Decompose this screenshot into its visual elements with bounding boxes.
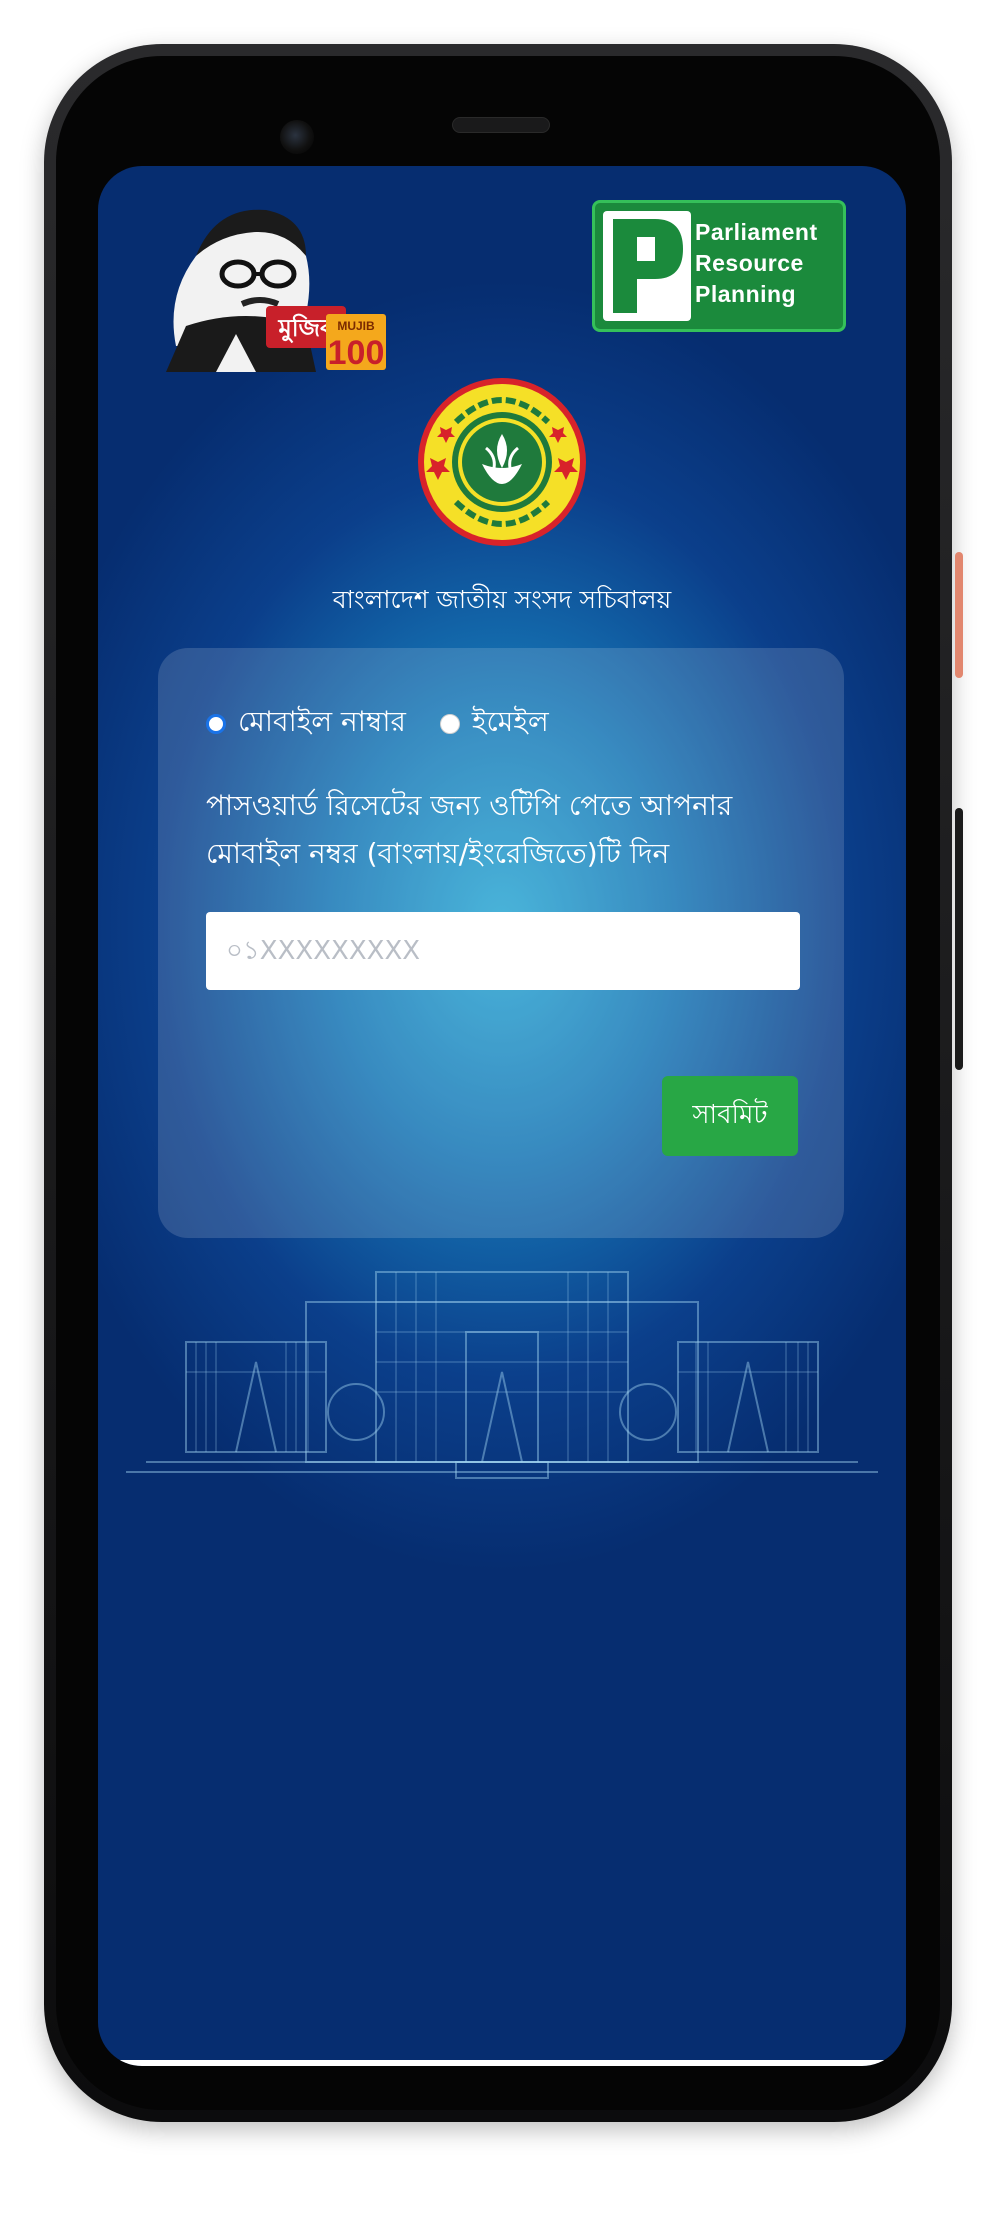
front-camera (280, 120, 314, 154)
reset-form-card: মোবাইল নাম্বার ইমেইল পাসওয়ার্ড রিসেটের … (158, 648, 844, 1238)
earpiece-speaker (452, 117, 550, 133)
prp-line-3: Planning (695, 281, 797, 307)
prp-line-1: Parliament (695, 219, 818, 245)
radio-email[interactable] (439, 713, 460, 734)
contact-method-selector: মোবাইল নাম্বার ইমেইল (206, 700, 583, 747)
prp-line-2: Resource (695, 250, 804, 276)
parliament-emblem (418, 378, 586, 546)
radio-mobile[interactable] (206, 713, 226, 734)
mujib-100-logo: মুজিব MUJIB 100 (166, 209, 386, 372)
prp-logo: RP Parliament Resource Planning (592, 200, 846, 332)
svg-text:RP: RP (643, 287, 680, 317)
organization-name: বাংলাদেশ জাতীয় সংসদ সচিবালয় (332, 585, 672, 614)
radio-email-label[interactable]: ইমেইল (472, 700, 549, 747)
submit-button[interactable]: সাবমিট (662, 1076, 798, 1156)
power-button (955, 552, 963, 678)
parliament-building-illustration (126, 1271, 878, 1479)
radio-mobile-label[interactable]: মোবাইল নাম্বার (238, 700, 406, 747)
svg-text:100: 100 (328, 334, 385, 372)
mobile-number-input[interactable] (206, 912, 800, 990)
prp-logo-mark: RP (603, 211, 691, 321)
instruction-text: পাসওয়ার্ড রিসেটের জন্য ওটিপি পেতে আপনার… (206, 789, 733, 870)
volume-button (955, 808, 963, 1070)
app-screen: মুজিব MUJIB 100 RP Parliament Resource P… (98, 166, 906, 2066)
svg-text:MUJIB: MUJIB (337, 319, 375, 333)
prp-logo-text: Parliament Resource Planning (695, 217, 818, 310)
